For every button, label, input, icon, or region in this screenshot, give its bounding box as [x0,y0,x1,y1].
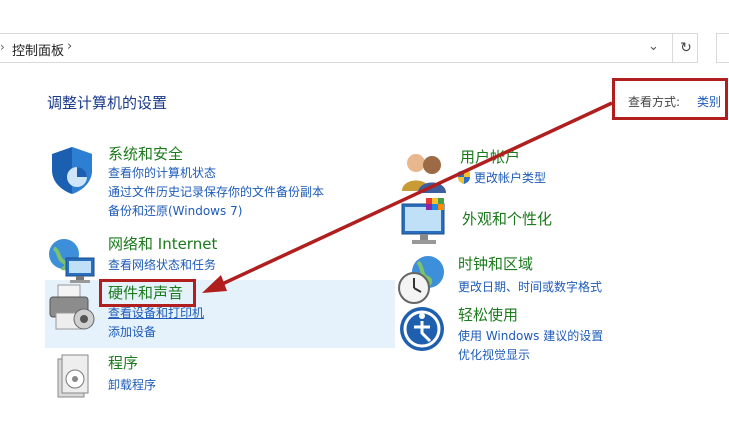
link-change-account-type[interactable]: 更改帐户类型 [474,169,546,186]
programs-icon [57,354,89,398]
breadcrumb-control-panel[interactable]: 控制面板 [12,40,64,59]
category-title[interactable]: 轻松使用 [458,304,518,325]
link-backup-restore[interactable]: 备份和还原(Windows 7) [108,202,242,219]
link-file-history[interactable]: 通过文件历史记录保存你的文件备份副本 [108,183,324,200]
page-title: 调整计算机的设置 [47,94,168,112]
address-bar[interactable]: › 控制面板 › ⌄ ↻ [0,33,698,63]
breadcrumb-chevron-icon: › [0,40,5,54]
breadcrumb-separator-icon[interactable]: › [67,39,72,54]
monitor-palette-icon [401,198,445,244]
uac-shield-icon [458,170,470,184]
view-by-label: 查看方式: [628,95,681,109]
link-add-device[interactable]: 添加设备 [108,323,156,340]
link-change-date-time[interactable]: 更改日期、时间或数字格式 [458,278,602,295]
accessibility-icon [400,307,444,351]
clock-globe-icon [398,256,444,304]
category-title[interactable]: 时钟和区域 [458,253,533,274]
address-dropdown-icon[interactable]: ⌄ [648,39,659,54]
link-optimize-visual-display[interactable]: 优化视觉显示 [458,346,530,363]
link-recommended-settings[interactable]: 使用 Windows 建议的设置 [458,327,603,344]
top-bar: › 控制面板 › ⌄ ↻ [0,0,729,66]
view-by-dropdown[interactable]: 类别 [697,93,721,110]
users-icon [402,154,446,193]
shield-icon [52,147,92,194]
link-view-computer-status[interactable]: 查看你的计算机状态 [108,164,216,181]
refresh-button[interactable]: ↻ [672,34,699,62]
printer-icon [49,284,95,330]
category-title[interactable]: 系统和安全 [108,143,183,164]
view-by-annotation-box: 查看方式: 类别 [612,78,728,120]
search-input[interactable] [716,33,729,63]
link-uninstall-program[interactable]: 卸载程序 [108,376,156,393]
network-icon [49,239,95,283]
category-title[interactable]: 网络和 Internet [108,233,217,254]
category-title[interactable]: 外观和个性化 [462,208,552,229]
hardware-annotation-box [99,279,196,307]
category-title[interactable]: 程序 [108,352,138,373]
category-title[interactable]: 用户帐户 [460,146,520,167]
link-network-status[interactable]: 查看网络状态和任务 [108,256,216,273]
